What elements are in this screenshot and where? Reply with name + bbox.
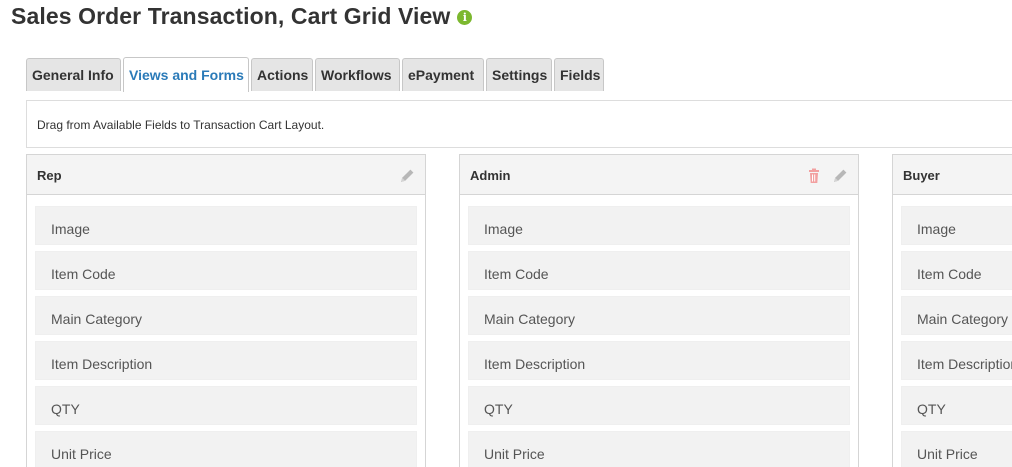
buyer-field-main-category[interactable]: Main Category [901,296,1012,335]
page-title: Sales Order Transaction, Cart Grid View [11,3,451,29]
tab-settings[interactable]: Settings [486,58,552,91]
admin-field-item-description[interactable]: Item Description [468,341,850,380]
rep-field-unit-price[interactable]: Unit Price [35,431,417,467]
rep-field-qty[interactable]: QTY [35,386,417,425]
buyer-field-item-code[interactable]: Item Code [901,251,1012,290]
admin-field-item-code[interactable]: Item Code [468,251,850,290]
buyer-field-list: Image Item Code Main Category Item Descr… [901,206,1012,467]
buyer-field-item-description[interactable]: Item Description [901,341,1012,380]
instruction-panel: Drag from Available Fields to Transactio… [26,100,1012,148]
buyer-field-qty[interactable]: QTY [901,386,1012,425]
tab-actions[interactable]: Actions [251,58,313,91]
sales-order-cart-grid-view-page: Sales Order Transaction, Cart Grid View … [0,0,1012,467]
trash-icon[interactable] [805,167,823,185]
tab-general-info[interactable]: General Info [26,58,121,91]
rep-field-image[interactable]: Image [35,206,417,245]
admin-field-main-category[interactable]: Main Category [468,296,850,335]
buyer-panel-header: Buyer [893,155,1012,195]
rep-panel-header: Rep [27,155,425,195]
rep-field-item-code[interactable]: Item Code [35,251,417,290]
tab-epayment[interactable]: ePayment [402,58,484,91]
rep-field-list: Image Item Code Main Category Item Descr… [35,206,417,467]
rep-field-main-category[interactable]: Main Category [35,296,417,335]
rep-panel-title: Rep [37,168,62,183]
tab-views-and-forms[interactable]: Views and Forms [123,57,249,92]
buyer-field-unit-price[interactable]: Unit Price [901,431,1012,467]
admin-field-image[interactable]: Image [468,206,850,245]
rep-field-item-description[interactable]: Item Description [35,341,417,380]
buyer-panel-title: Buyer [903,168,940,183]
admin-field-unit-price[interactable]: Unit Price [468,431,850,467]
pencil-icon[interactable] [398,167,416,185]
tab-workflows[interactable]: Workflows [315,58,400,91]
buyer-layout-panel: Buyer Image Item Code Main Category Item… [892,154,1012,467]
rep-layout-panel: Rep Image Item Code Main Category Item D… [26,154,426,467]
admin-field-list: Image Item Code Main Category Item Descr… [468,206,850,467]
buyer-field-image[interactable]: Image [901,206,1012,245]
admin-panel-header: Admin [460,155,858,195]
tab-bar: General Info Views and Forms Actions Wor… [26,57,606,92]
pencil-icon[interactable] [831,167,849,185]
admin-field-qty[interactable]: QTY [468,386,850,425]
tab-fields[interactable]: Fields [554,58,604,91]
instruction-text: Drag from Available Fields to Transactio… [37,118,325,132]
admin-layout-panel: Admin Image Item Code Main Category Item… [459,154,859,467]
info-icon[interactable]: i [457,10,473,25]
admin-panel-title: Admin [470,168,511,183]
page-title-row: Sales Order Transaction, Cart Grid View … [11,3,473,30]
